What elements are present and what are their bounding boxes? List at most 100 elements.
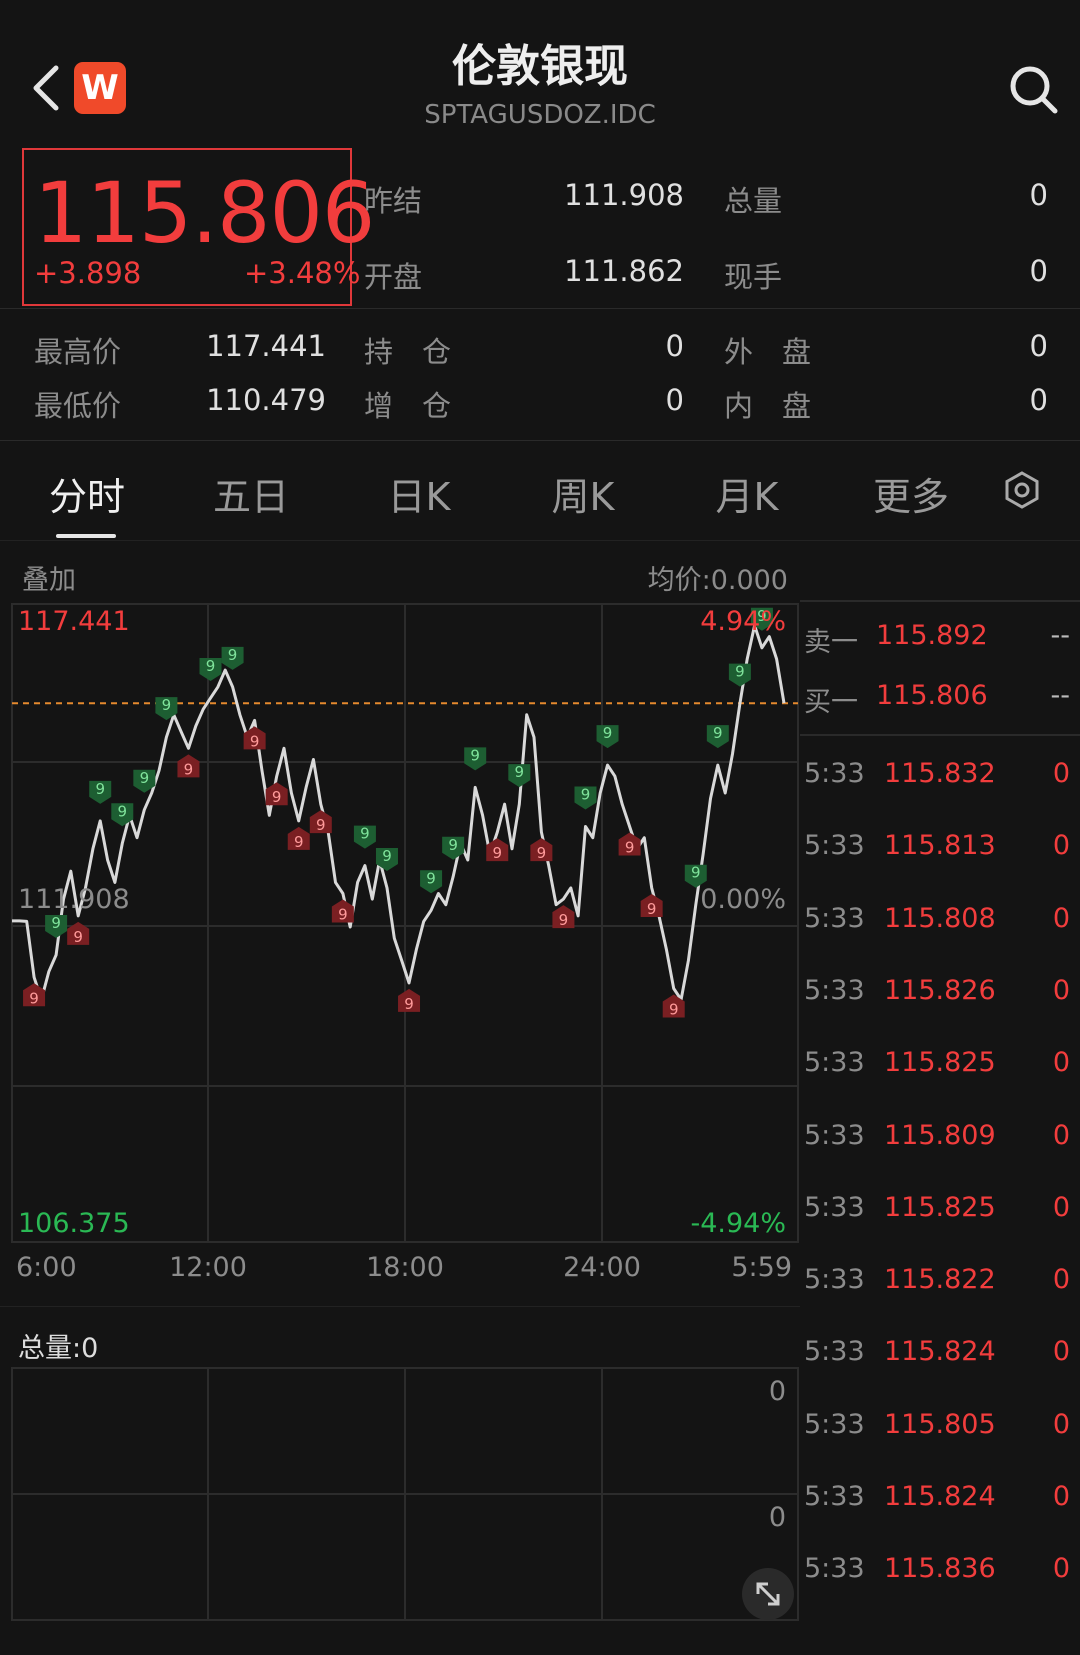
trade-time: 5:33 <box>804 1409 865 1440</box>
svg-text:9: 9 <box>95 780 105 798</box>
chart-grid <box>11 603 799 1243</box>
svg-text:9: 9 <box>537 844 547 862</box>
svg-text:9: 9 <box>382 847 392 865</box>
signal-marker-red: 9 <box>486 838 509 862</box>
svg-text:9: 9 <box>360 825 370 843</box>
low-label: 最低价 <box>34 389 122 423</box>
divider <box>800 734 1080 736</box>
svg-text:9: 9 <box>228 646 238 664</box>
signal-marker-red: 9 <box>309 810 332 834</box>
high-value: 117.441 <box>206 329 326 363</box>
volume-chart: 0 0 <box>11 1367 799 1621</box>
trade-price: 115.808 <box>884 903 996 934</box>
search-icon[interactable] <box>1008 64 1060 116</box>
trade-price: 115.809 <box>884 1120 996 1151</box>
svg-text:9: 9 <box>294 833 304 851</box>
x-tick-label: 5:59 <box>731 1252 792 1278</box>
divider <box>800 600 1080 602</box>
svg-text:9: 9 <box>51 914 61 932</box>
open-interest-label: 持 仓 <box>364 335 452 369</box>
svg-text:9: 9 <box>338 906 348 924</box>
divider <box>0 308 1080 309</box>
trade-volume: 0 <box>1052 1120 1070 1151</box>
trade-price: 115.822 <box>884 1264 996 1295</box>
signal-marker-green: 9 <box>508 763 531 788</box>
tab-intraday[interactable]: 分时 <box>12 466 162 521</box>
signal-marker-green: 9 <box>706 724 729 749</box>
x-tick-label: 12:00 <box>169 1252 247 1278</box>
svg-text:9: 9 <box>118 802 128 820</box>
trade-price: 115.824 <box>884 1481 996 1512</box>
x-tick-label: 18:00 <box>366 1252 444 1278</box>
bid1-price: 115.806 <box>876 680 988 711</box>
low-value: 110.479 <box>206 383 326 417</box>
open-label: 开盘 <box>364 260 423 294</box>
svg-text:9: 9 <box>206 657 216 675</box>
expand-icon[interactable] <box>742 1568 794 1620</box>
signal-marker-green: 9 <box>111 802 134 827</box>
inner-volume-value: 0 <box>1029 383 1048 417</box>
page-title: 伦敦银现 <box>452 41 628 92</box>
outer-volume-label: 外 盘 <box>724 335 812 369</box>
settings-icon[interactable] <box>1002 470 1042 510</box>
x-tick-label: 6:00 <box>16 1252 77 1278</box>
signal-marker-red: 9 <box>618 832 641 857</box>
signal-marker-green: 9 <box>728 663 751 687</box>
outer-volume-value: 0 <box>1029 329 1048 363</box>
pct-mid-label: 0.00% <box>700 884 786 915</box>
signal-marker-green: 9 <box>574 786 597 810</box>
svg-text:9: 9 <box>515 763 525 781</box>
active-tab-indicator <box>56 534 116 538</box>
trade-time: 5:33 <box>804 1047 865 1078</box>
divider <box>0 540 1080 541</box>
y-axis-high-label: 117.441 <box>18 606 130 637</box>
svg-text:9: 9 <box>492 844 502 862</box>
signal-marker-green: 9 <box>45 914 68 938</box>
svg-text:9: 9 <box>162 696 172 714</box>
price-change-percent: +3.48% <box>244 256 361 290</box>
signal-marker-red: 9 <box>265 782 288 806</box>
tab-weekly-k[interactable]: 周K <box>508 466 658 521</box>
trade-time: 5:33 <box>804 1192 865 1223</box>
tab-daily-k[interactable]: 日K <box>344 466 494 521</box>
svg-text:9: 9 <box>669 1000 679 1018</box>
tab-more[interactable]: 更多 <box>836 466 986 521</box>
volume-mid-value: 0 <box>769 1502 786 1533</box>
pct-high-label: 4.94% <box>700 606 786 637</box>
trade-time: 5:33 <box>804 1336 865 1367</box>
high-label: 最高价 <box>34 335 122 369</box>
tab-five-day[interactable]: 五日 <box>176 466 326 521</box>
oi-change-label: 增 仓 <box>364 389 452 423</box>
svg-text:9: 9 <box>625 839 635 857</box>
signal-marker-green: 9 <box>353 825 376 849</box>
tab-monthly-k[interactable]: 月K <box>672 466 822 521</box>
svg-text:9: 9 <box>404 995 414 1013</box>
trade-price: 115.805 <box>884 1409 996 1440</box>
trade-volume: 0 <box>1052 903 1070 934</box>
trade-time: 5:33 <box>804 1481 865 1512</box>
signal-marker-red: 9 <box>331 899 354 924</box>
signal-marker-red: 9 <box>530 838 553 862</box>
bid1-label: 买一 <box>804 687 858 718</box>
intraday-chart[interactable]: 9999999999999999999999999999999999 117.4… <box>0 590 800 1278</box>
trade-time: 5:33 <box>804 1264 865 1295</box>
svg-text:9: 9 <box>713 724 723 742</box>
svg-text:9: 9 <box>29 989 39 1007</box>
signal-marker-green: 9 <box>89 780 112 804</box>
signal-marker-red: 9 <box>243 726 266 750</box>
svg-text:9: 9 <box>735 663 745 681</box>
trade-price: 115.825 <box>884 1047 996 1078</box>
ask1-volume: -- <box>1050 620 1071 651</box>
x-tick-label: 24:00 <box>563 1252 641 1278</box>
trade-price: 115.832 <box>884 758 996 789</box>
trade-time: 5:33 <box>804 975 865 1006</box>
trade-price: 115.836 <box>884 1553 996 1584</box>
signal-marker-red: 9 <box>287 826 310 851</box>
trade-volume: 0 <box>1052 1409 1070 1440</box>
trade-price: 115.826 <box>884 975 996 1006</box>
pct-low-label: -4.94% <box>690 1208 786 1239</box>
total-volume-label: 总量 <box>724 184 783 218</box>
svg-text:9: 9 <box>426 869 436 887</box>
svg-text:9: 9 <box>691 864 701 882</box>
signal-marker-red: 9 <box>23 983 46 1007</box>
